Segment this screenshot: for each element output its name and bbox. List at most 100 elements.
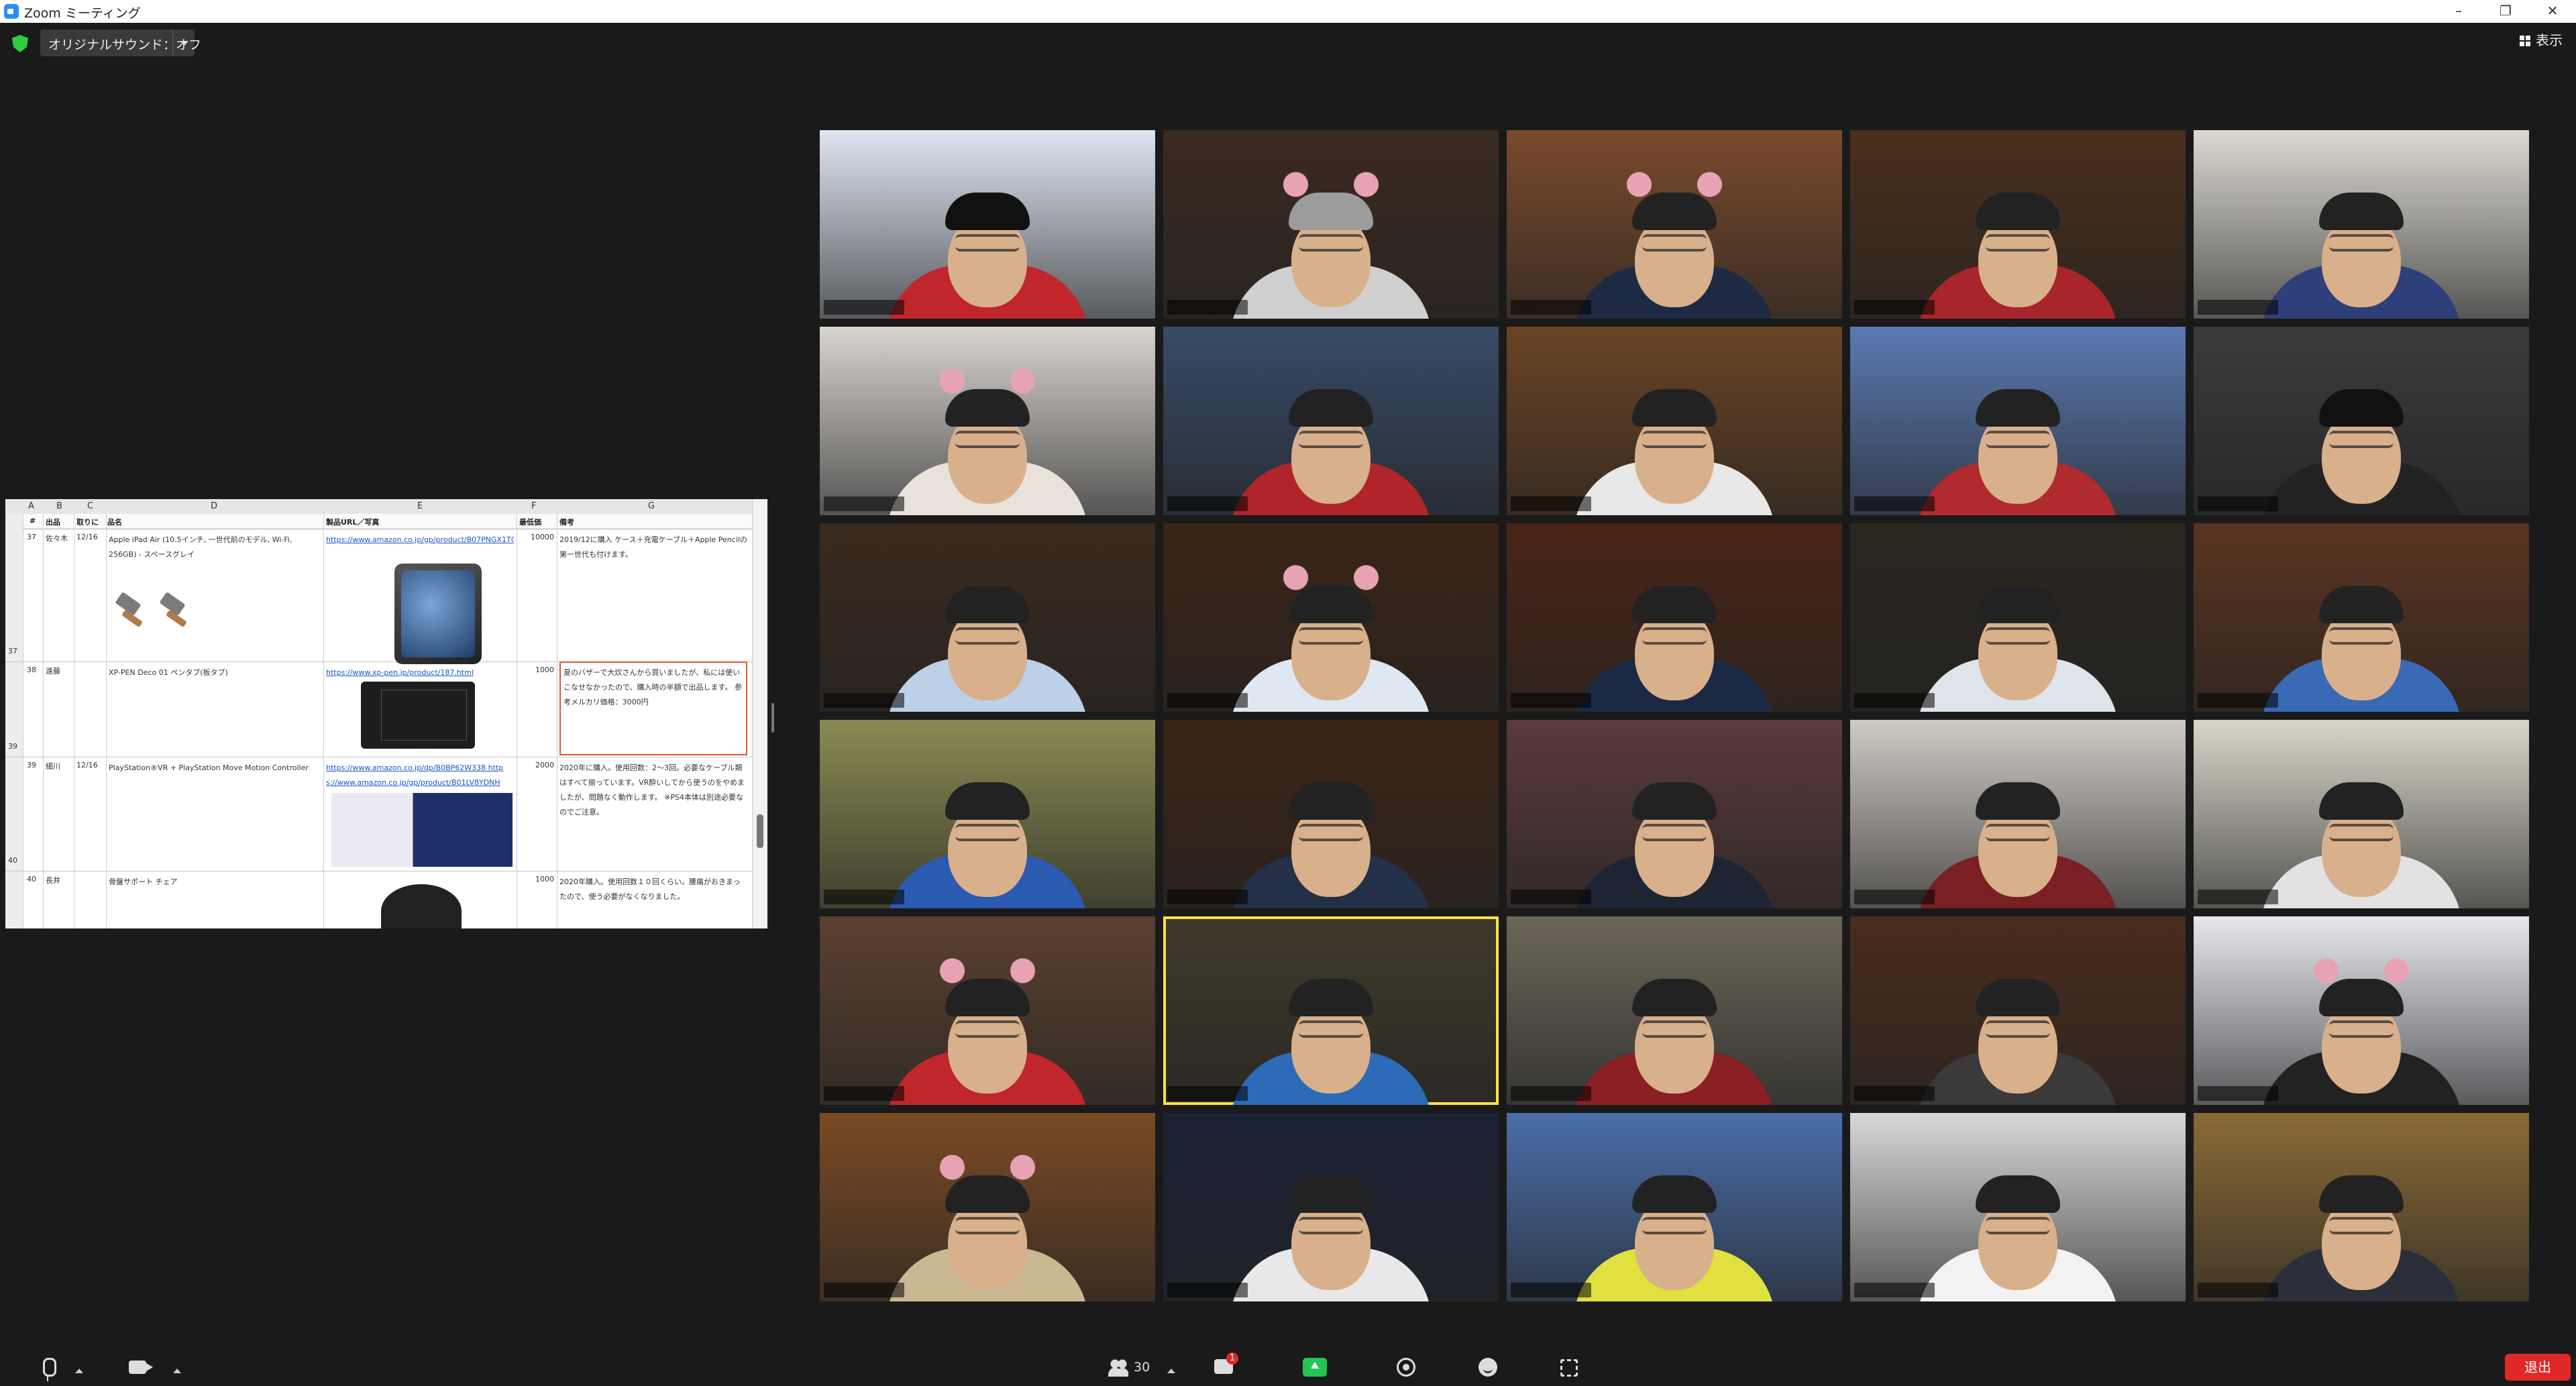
- table-row[interactable]: 37 37 佐々木 12/16 Apple iPad Air (10.5インチ,…: [5, 529, 753, 664]
- mute-button[interactable]: [39, 1356, 59, 1381]
- column-letter[interactable]: G: [648, 501, 655, 511]
- table-row[interactable]: 39 38 遠藤 XP-PEN Deco 01 ペンタブ(板タブ) https:…: [5, 661, 753, 757]
- shared-screen-spreadsheet[interactable]: A B C D E F G # 出品 取りに 品名 製品URL／写真 最低価 備…: [5, 499, 767, 928]
- participant-video-tile[interactable]: [820, 720, 1155, 908]
- cell-number[interactable]: 37: [27, 533, 36, 541]
- participant-video-tile[interactable]: [820, 916, 1155, 1105]
- column-letter[interactable]: C: [87, 501, 93, 511]
- cell-seller[interactable]: 佐々木: [46, 533, 72, 543]
- cell-item-name[interactable]: Apple iPad Air (10.5インチ, 一世代前のモデル, Wi-Fi…: [109, 533, 321, 562]
- scrollbar-thumb[interactable]: [757, 814, 763, 848]
- participant-video-tile[interactable]: [1507, 130, 1842, 319]
- participant-hair: [1632, 978, 1717, 1016]
- participant-video-tile[interactable]: [2194, 523, 2529, 712]
- participant-video-tile[interactable]: [820, 130, 1155, 319]
- participant-video-tile[interactable]: [820, 523, 1155, 712]
- participant-video-tile[interactable]: [1850, 720, 2186, 908]
- participant-name-tag: [824, 496, 904, 511]
- header-cell[interactable]: #: [30, 517, 36, 525]
- participants-button[interactable]: 30: [1108, 1356, 1155, 1381]
- participant-video-tile[interactable]: [820, 327, 1155, 515]
- column-letter[interactable]: D: [211, 501, 217, 511]
- chevron-down-icon[interactable]: [172, 30, 195, 56]
- participant-video-tile[interactable]: [1507, 720, 1842, 908]
- participant-video-tile[interactable]: [2194, 1113, 2529, 1301]
- glasses-icon: [1642, 1216, 1707, 1234]
- column-letter[interactable]: B: [56, 501, 62, 511]
- participant-video-tile[interactable]: [1850, 1113, 2186, 1301]
- video-options-caret-icon[interactable]: [173, 1369, 181, 1373]
- header-cell[interactable]: 備考: [559, 517, 574, 527]
- participants-options-caret-icon[interactable]: [1167, 1369, 1175, 1373]
- column-letter[interactable]: F: [531, 501, 536, 511]
- cell-notes-selected[interactable]: 夏のバザーで大炊さんから買いましたが、私には使いこなせなかったので、購入時の半額…: [559, 661, 747, 755]
- participant-video-tile[interactable]: [1850, 327, 2186, 515]
- participant-video-tile[interactable]: [1507, 523, 1842, 712]
- cell-min-price[interactable]: 2000: [522, 761, 554, 769]
- participant-video-tile[interactable]: [1507, 327, 1842, 515]
- participant-video-tile[interactable]: [2194, 916, 2529, 1105]
- participant-video-tile[interactable]: [1163, 916, 1499, 1105]
- reactions-button[interactable]: [1479, 1356, 1500, 1381]
- cell-item-name[interactable]: PlayStation®VR + PlayStation Move Motion…: [109, 761, 321, 776]
- participant-video-tile[interactable]: [1507, 916, 1842, 1105]
- cell-number[interactable]: 40: [27, 875, 36, 884]
- participant-video-tile[interactable]: [1163, 1113, 1499, 1301]
- original-sound-button[interactable]: オリジナルサウンド：オフ: [40, 30, 201, 56]
- participant-video-tile[interactable]: [1507, 1113, 1842, 1301]
- cell-notes[interactable]: 2019/12に購入 ケース＋充電ケーブル＋Apple Pencilの第一世代も…: [559, 533, 747, 562]
- cell-item-name[interactable]: XP-PEN Deco 01 ペンタブ(板タブ): [109, 665, 321, 680]
- participant-video-tile[interactable]: [1850, 916, 2186, 1105]
- cell-product-url[interactable]: https://www.xp-pen.jp/product/187.html: [326, 665, 514, 680]
- table-row[interactable]: 40 長井 骨盤サポート チェア 1000 2020年購入。使用回数１０回くらい…: [5, 871, 753, 928]
- participant-video-tile[interactable]: [1163, 523, 1499, 712]
- fullscreen-button[interactable]: [1560, 1356, 1582, 1381]
- split-view-handle[interactable]: [771, 703, 774, 733]
- participant-video-tile[interactable]: [2194, 130, 2529, 319]
- minimize-button[interactable]: –: [2435, 0, 2482, 23]
- header-cell[interactable]: 最低価: [519, 517, 541, 527]
- column-letter[interactable]: E: [417, 501, 423, 511]
- encryption-shield-icon[interactable]: [12, 35, 28, 52]
- cell-notes[interactable]: 2020年購入。使用回数１０回くらい。腰痛がおきまったので、使う必要がなくなりま…: [559, 875, 747, 904]
- header-cell[interactable]: 製品URL／写真: [326, 517, 379, 527]
- cell-product-url[interactable]: https://www.amazon.co.jp/gp/product/B07P…: [326, 533, 514, 547]
- cell-number[interactable]: 39: [27, 761, 36, 769]
- audio-options-caret-icon[interactable]: [75, 1369, 83, 1373]
- cell-seller[interactable]: 遠藤: [46, 665, 60, 676]
- leave-meeting-button[interactable]: 退出: [2505, 1354, 2571, 1381]
- participant-hair: [1632, 585, 1717, 623]
- cell-seller[interactable]: 細川: [46, 761, 60, 771]
- participant-video-tile[interactable]: [1163, 130, 1499, 319]
- table-row[interactable]: 40 39 細川 12/16 PlayStation®VR + PlayStat…: [5, 757, 753, 871]
- participant-video-tile[interactable]: [2194, 327, 2529, 515]
- header-cell[interactable]: 出品: [46, 517, 60, 527]
- cell-pickup-date[interactable]: 12/16: [76, 533, 98, 541]
- participant-video-tile[interactable]: [2194, 720, 2529, 908]
- cell-product-url[interactable]: https://www.amazon.co.jp/dp/B0BP62W338 h…: [326, 761, 514, 790]
- record-button[interactable]: [1397, 1356, 1418, 1381]
- column-letter[interactable]: A: [28, 501, 34, 511]
- close-button[interactable]: ✕: [2529, 0, 2576, 23]
- cell-min-price[interactable]: 1000: [522, 875, 554, 884]
- cell-item-name[interactable]: 骨盤サポート チェア: [109, 875, 321, 890]
- participant-video-tile[interactable]: [1850, 523, 2186, 712]
- participant-video-tile[interactable]: [1163, 327, 1499, 515]
- header-cell[interactable]: 品名: [107, 517, 122, 527]
- header-cell[interactable]: 取りに: [76, 517, 99, 527]
- vertical-scrollbar[interactable]: [752, 499, 767, 928]
- participant-video-tile[interactable]: [1163, 720, 1499, 908]
- cell-pickup-date[interactable]: 12/16: [76, 761, 98, 769]
- restore-button[interactable]: ❐: [2482, 0, 2529, 23]
- view-button[interactable]: 表示: [2520, 30, 2563, 51]
- cell-number[interactable]: 38: [27, 665, 36, 674]
- share-screen-button[interactable]: [1303, 1356, 1330, 1381]
- participant-video-tile[interactable]: [820, 1113, 1155, 1301]
- chat-button[interactable]: 1: [1214, 1352, 1238, 1381]
- stop-video-button[interactable]: [129, 1356, 156, 1381]
- cell-min-price[interactable]: 1000: [522, 665, 554, 674]
- participant-video-tile[interactable]: [1850, 130, 2186, 319]
- cell-notes[interactable]: 2020年に購入。使用回数：2〜3回。必要なケーブル類はすべて揃っています。VR…: [559, 761, 747, 820]
- cell-seller[interactable]: 長井: [46, 875, 60, 886]
- cell-min-price[interactable]: 10000: [522, 533, 554, 541]
